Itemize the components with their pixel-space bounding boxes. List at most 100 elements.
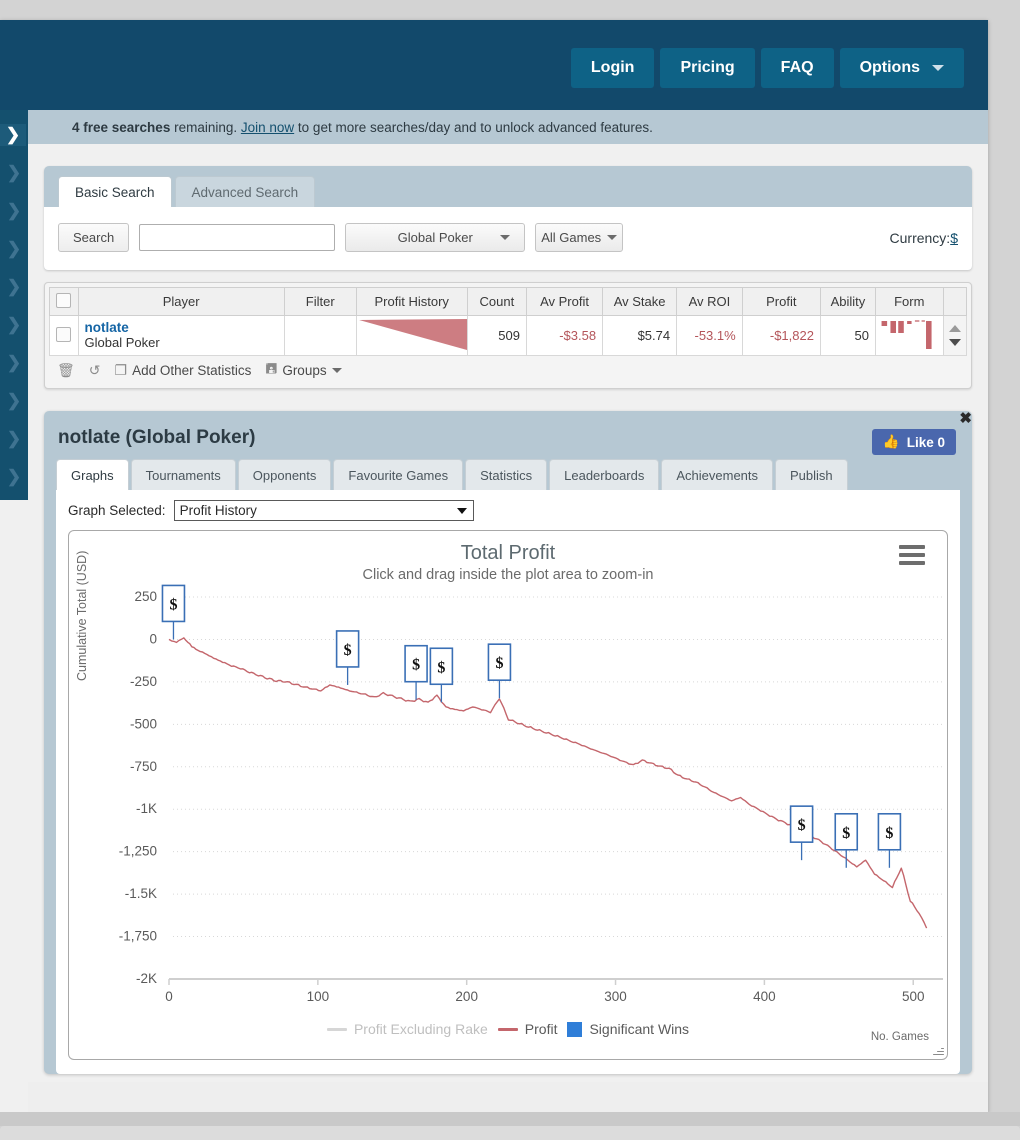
refresh-icon[interactable]: ↺: [89, 362, 101, 379]
profit-history-sparkline: [357, 316, 467, 352]
search-tabs: Basic Search Advanced Search: [44, 166, 972, 207]
chevron-down-icon: [457, 508, 467, 514]
graph-select-dropdown[interactable]: Profit History: [174, 500, 474, 521]
tab-achievements[interactable]: Achievements: [661, 459, 773, 490]
results-toolbar: 🗑 ↺ ❐ Add Other Statistics 🖪 Groups: [49, 356, 967, 384]
significant-win-label: $: [412, 657, 420, 674]
faq-button[interactable]: FAQ: [761, 48, 834, 88]
options-button[interactable]: Options: [840, 48, 964, 88]
game-select-value: All Games: [541, 230, 601, 245]
legend-item-profit[interactable]: Profit: [498, 1021, 558, 1037]
select-all-header[interactable]: [50, 288, 79, 316]
legend-item-profit-excluding-rake[interactable]: Profit Excluding Rake: [327, 1021, 488, 1037]
trash-icon[interactable]: 🗑: [57, 362, 75, 379]
free-search-notice: 4 free searches remaining. Join now to g…: [28, 110, 988, 144]
av-roi-cell: -53.1%: [677, 316, 743, 356]
results-card: Player Filter Profit History Count Av Pr…: [44, 282, 972, 389]
left-rail: ❯ ❯ ❯ ❯ ❯ ❯ ❯ ❯ ❯ ❯: [0, 110, 28, 500]
currency-value[interactable]: $: [950, 230, 958, 246]
chart-y-tick-label: -2K: [136, 971, 157, 986]
rail-chevron-9[interactable]: ❯: [3, 428, 25, 450]
rail-chevron-8[interactable]: ❯: [3, 390, 25, 412]
tab-tournaments[interactable]: Tournaments: [131, 459, 236, 490]
groups-button[interactable]: 🖪 Groups: [265, 358, 341, 382]
graph-selected-label: Graph Selected:: [68, 503, 166, 518]
col-av-profit[interactable]: Av Profit: [526, 288, 602, 316]
notice-tail: to get more searches/day and to unlock a…: [294, 120, 653, 135]
rail-chevron-2[interactable]: ❯: [3, 162, 25, 184]
chart-title: Total Profit: [69, 531, 947, 565]
game-select[interactable]: All Games: [535, 223, 623, 252]
legend-label: Significant Wins: [589, 1021, 689, 1037]
site-select[interactable]: Global Poker: [345, 223, 525, 252]
tab-favourite-games[interactable]: Favourite Games: [333, 459, 463, 490]
graphs-tab-body: Graph Selected: Profit History Total Pro…: [56, 490, 960, 1074]
chart-y-tick-label: -750: [130, 759, 157, 774]
col-player[interactable]: Player: [78, 288, 284, 316]
results-table: Player Filter Profit History Count Av Pr…: [49, 287, 967, 356]
chart-container[interactable]: Total Profit Click and drag inside the p…: [68, 530, 948, 1060]
login-button[interactable]: Login: [571, 48, 655, 88]
arrow-down-icon[interactable]: [949, 339, 961, 346]
page-footer: [28, 1082, 988, 1112]
search-button[interactable]: Search: [58, 223, 129, 252]
row-checkbox[interactable]: [56, 327, 71, 342]
col-profit[interactable]: Profit: [742, 288, 820, 316]
facebook-like-button[interactable]: 👍 Like 0: [872, 429, 956, 455]
significant-win-label: $: [169, 596, 177, 613]
rail-chevron-1[interactable]: ❯: [0, 124, 26, 146]
tab-publish[interactable]: Publish: [775, 459, 848, 490]
tab-statistics[interactable]: Statistics: [465, 459, 547, 490]
profit-chart-svg[interactable]: 2500-250-500-750-1K-1,250-1.5K-1,750-2K0…: [69, 575, 948, 1045]
tab-advanced-search[interactable]: Advanced Search: [175, 176, 316, 207]
rail-chevron-4[interactable]: ❯: [3, 238, 25, 260]
legend-line-icon: [327, 1028, 347, 1031]
rail-chevron-7[interactable]: ❯: [3, 352, 25, 374]
arrow-up-icon[interactable]: [949, 325, 961, 332]
bottom-strip: [0, 1112, 1020, 1126]
search-input[interactable]: [139, 224, 335, 251]
col-filter[interactable]: Filter: [284, 288, 356, 316]
add-other-statistics-label: Add Other Statistics: [132, 363, 251, 378]
chart-menu-icon[interactable]: [899, 545, 925, 569]
chart-y-tick-label: -250: [130, 674, 157, 689]
chevron-down-icon: [332, 368, 342, 373]
chevron-down-icon: [607, 235, 617, 240]
graph-select-value: Profit History: [180, 503, 257, 518]
tab-graphs[interactable]: Graphs: [56, 459, 129, 490]
col-form[interactable]: Form: [875, 288, 943, 316]
rail-chevron-10[interactable]: ❯: [3, 466, 25, 488]
legend-line-icon: [498, 1028, 518, 1031]
pricing-button[interactable]: Pricing: [660, 48, 754, 88]
player-panel-title: notlate (Global Poker): [56, 421, 960, 459]
rail-chevron-5[interactable]: ❯: [3, 276, 25, 298]
chart-y-tick-label: -500: [130, 716, 157, 731]
chart-resize-handle[interactable]: [932, 1044, 944, 1056]
groups-label: Groups: [282, 363, 326, 378]
significant-win-label: $: [798, 817, 806, 834]
top-nav-buttons: Login Pricing FAQ Options: [571, 48, 964, 88]
col-av-stake[interactable]: Av Stake: [603, 288, 677, 316]
table-row[interactable]: notlate Global Poker 509 -$3.58 $5.74 -: [50, 316, 967, 356]
tab-basic-search[interactable]: Basic Search: [58, 176, 172, 207]
player-name-link[interactable]: notlate: [85, 320, 278, 336]
tab-leaderboards[interactable]: Leaderboards: [549, 459, 659, 490]
close-icon[interactable]: ✖: [959, 411, 972, 426]
col-ability[interactable]: Ability: [820, 288, 875, 316]
select-all-checkbox[interactable]: [56, 293, 71, 308]
chart-x-axis-label: No. Games: [871, 1031, 929, 1043]
join-now-link[interactable]: Join now: [241, 120, 294, 135]
rail-chevron-6[interactable]: ❯: [3, 314, 25, 336]
page-container: Login Pricing FAQ Options 4 free searche…: [0, 20, 988, 1112]
rail-chevron-3[interactable]: ❯: [3, 200, 25, 222]
col-count[interactable]: Count: [467, 288, 526, 316]
filter-cell[interactable]: [284, 316, 356, 356]
col-av-roi[interactable]: Av ROI: [677, 288, 743, 316]
row-scroll-cell: [943, 316, 966, 356]
add-other-statistics-button[interactable]: ❐ Add Other Statistics: [115, 362, 252, 379]
chart-y-tick-label: -1K: [136, 801, 157, 816]
legend-item-significant-wins[interactable]: Significant Wins: [567, 1021, 689, 1037]
row-select-cell[interactable]: [50, 316, 79, 356]
tab-opponents[interactable]: Opponents: [238, 459, 332, 490]
col-profit-history[interactable]: Profit History: [356, 288, 467, 316]
